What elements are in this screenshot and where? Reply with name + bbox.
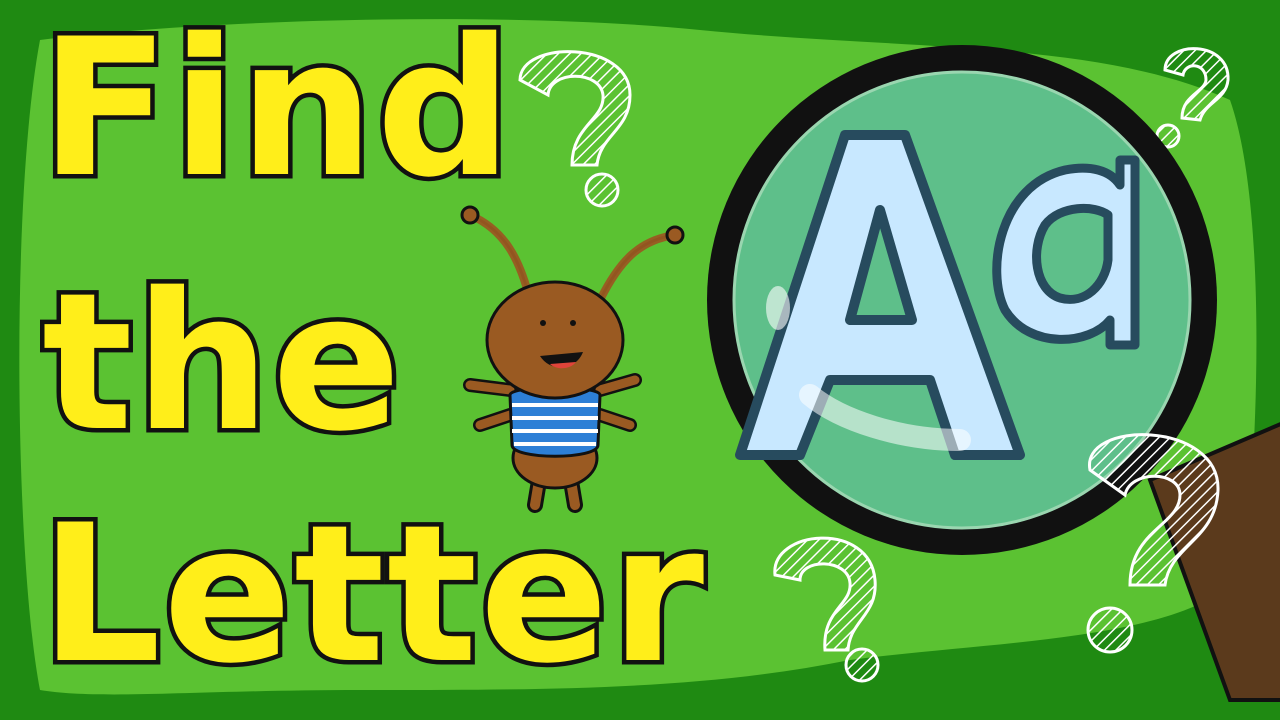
- lens-glint: [766, 286, 790, 330]
- title-line-2: the: [38, 252, 406, 473]
- title-line-3: Letter: [35, 484, 708, 705]
- title-line-1: Find: [35, 0, 516, 219]
- thumbnail: Find the Letter A a: [0, 0, 1280, 720]
